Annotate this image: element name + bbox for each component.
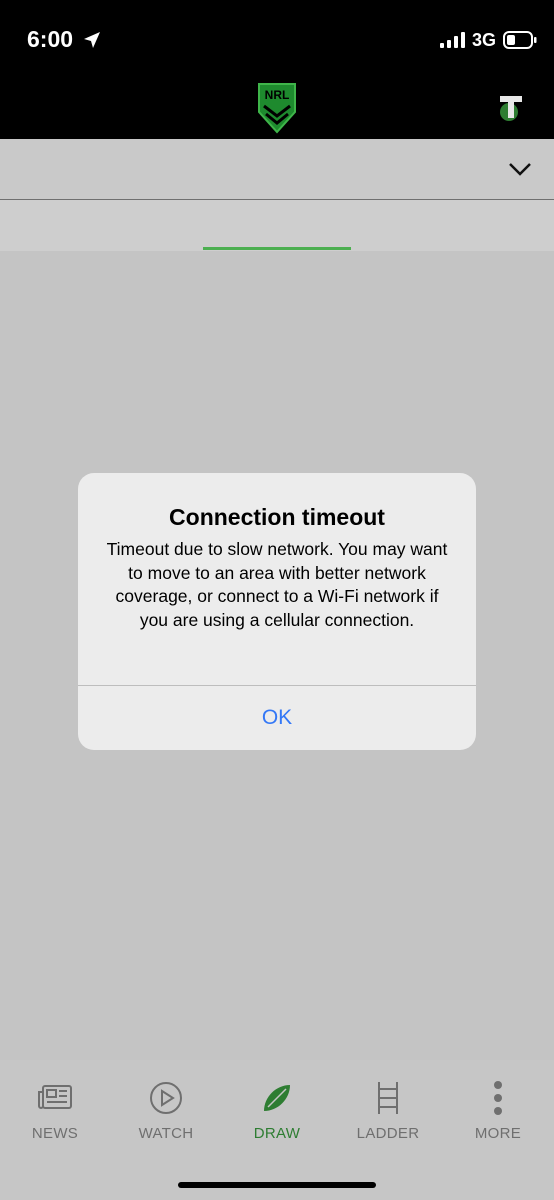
- tab-label: DRAW: [253, 1125, 301, 1142]
- alert-dialog: Connection timeout Timeout due to slow n…: [78, 473, 476, 750]
- svg-text:NRL: NRL: [265, 88, 290, 102]
- tab-label: LADDER: [356, 1125, 420, 1142]
- battery-icon: [503, 31, 537, 49]
- football-icon: [264, 1085, 290, 1111]
- home-indicator[interactable]: [178, 1182, 376, 1188]
- news-icon: [38, 1085, 72, 1109]
- more-icon: [494, 1081, 502, 1115]
- tab-draw[interactable]: DRAW: [227, 1080, 327, 1142]
- status-time: 6:00: [27, 26, 74, 52]
- app-header: NRL: [0, 80, 554, 139]
- ladder-icon: [378, 1082, 398, 1114]
- sub-tab-strip: [0, 200, 554, 251]
- tab-watch[interactable]: WATCH: [116, 1080, 216, 1142]
- nrl-logo: NRL: [258, 83, 296, 134]
- chevron-down-icon[interactable]: [508, 161, 532, 177]
- ok-button[interactable]: OK: [78, 686, 476, 750]
- status-bar: 6:00 3G: [0, 0, 554, 80]
- network-type: 3G: [472, 30, 497, 50]
- dialog-message: Timeout due to slow network. You may wan…: [106, 539, 448, 630]
- cellular-signal-icon: [440, 32, 465, 48]
- tab-more[interactable]: MORE: [448, 1080, 548, 1142]
- tab-news[interactable]: NEWS: [5, 1080, 105, 1142]
- tab-ladder[interactable]: LADDER: [338, 1080, 438, 1142]
- active-tab-indicator: [203, 247, 351, 250]
- tab-label: NEWS: [31, 1125, 79, 1142]
- telstra-logo[interactable]: [496, 92, 526, 122]
- round-selector[interactable]: [0, 139, 554, 200]
- location-arrow-icon: [84, 32, 100, 48]
- dialog-title: Connection timeout: [169, 504, 385, 530]
- tab-label: WATCH: [138, 1125, 194, 1142]
- play-icon: [150, 1082, 182, 1114]
- tab-label: MORE: [474, 1125, 522, 1142]
- bottom-tab-bar: NEWS WATCH DRAW LADDER MORE: [0, 1060, 554, 1200]
